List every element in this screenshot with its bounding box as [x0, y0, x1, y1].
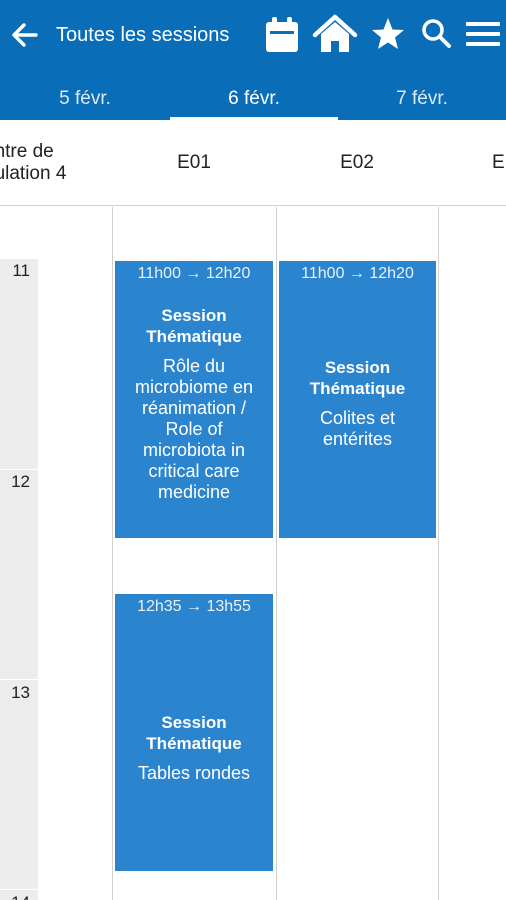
page-title: Toutes les sessions [56, 24, 230, 46]
session-type: Session [161, 306, 227, 325]
session-title: Colites et entérites [279, 408, 436, 450]
top-bar: Toutes les sessions 5 févr. 6 févr. 7 fé… [0, 0, 506, 120]
room-e01: E01 [177, 152, 211, 173]
menu-icon[interactable] [464, 14, 502, 54]
search-icon[interactable] [420, 14, 452, 54]
tab-day-5[interactable]: 5 févr. [0, 78, 170, 120]
session-title-line: réanimation / [141, 398, 247, 418]
back-arrow-icon[interactable] [6, 18, 40, 52]
room-sim-line1: entre de [0, 141, 54, 162]
session-card[interactable]: 11h00 → 12h20 Session Thématique Rôle du… [115, 261, 273, 538]
column-divider [112, 207, 113, 900]
session-title: Rôle du microbiome en réanimation / Role… [115, 356, 273, 503]
session-card[interactable]: 12h35 → 13h55 Session Thématique Tables … [115, 594, 273, 871]
session-type: Session [324, 358, 391, 377]
room-sim-line2: nulation 4 [0, 163, 67, 184]
session-title-line: microbiome en [134, 377, 254, 397]
session-title-line: microbiota in [142, 440, 246, 460]
session-type: Thématique [146, 734, 242, 753]
star-icon[interactable] [370, 14, 406, 54]
session-type: Session [161, 713, 227, 732]
day-tabs: 5 févr. 6 févr. 7 févr. [0, 78, 506, 120]
room-e02: E02 [340, 152, 374, 173]
hour-label: 14 [0, 893, 38, 900]
session-title-line: medicine [157, 482, 231, 502]
room-header-row: entre de nulation 4 E01 E02 E [0, 120, 506, 206]
home-icon[interactable] [312, 14, 358, 54]
hour-label: 12 [11, 472, 30, 491]
session-title: Tables rondes [115, 763, 273, 784]
session-title-line: Role of [165, 419, 223, 439]
session-type: Thématique [146, 327, 242, 346]
session-card[interactable]: 11h00 → 12h20 Session Thématique Colites… [279, 261, 436, 538]
session-time: 11h00 → 12h20 [137, 265, 251, 282]
session-title-line: critical care [148, 461, 240, 481]
calendar-icon[interactable] [264, 14, 300, 54]
hour-divider [0, 469, 38, 470]
hour-label: 11 [12, 261, 30, 280]
column-divider [438, 207, 439, 900]
session-title-line: Tables rondes [137, 763, 251, 783]
app-root: Toutes les sessions 5 févr. 6 févr. 7 fé… [0, 0, 506, 900]
tab-day-7[interactable]: 7 févr. [338, 78, 506, 120]
schedule-grid[interactable]: 11 12 13 14 11h00 → 12h20 Session Thémat… [0, 207, 506, 900]
time-column [0, 259, 38, 900]
room-e03: E [492, 152, 505, 173]
hour-divider [0, 889, 38, 890]
session-type: Thématique [309, 379, 406, 398]
session-time: 12h35 → 13h55 [137, 598, 251, 615]
column-divider [276, 207, 277, 900]
room-simulation-4: entre de nulation 4 [0, 120, 112, 206]
session-time: 11h00 → 12h20 [301, 265, 414, 282]
session-title-line: Rôle du [162, 356, 226, 376]
tab-day-6[interactable]: 6 févr. [170, 78, 338, 120]
hour-label: 13 [11, 683, 30, 702]
session-title-line: entérites [322, 429, 393, 449]
session-title-line: Colites et [319, 408, 396, 428]
hour-divider [0, 679, 38, 680]
